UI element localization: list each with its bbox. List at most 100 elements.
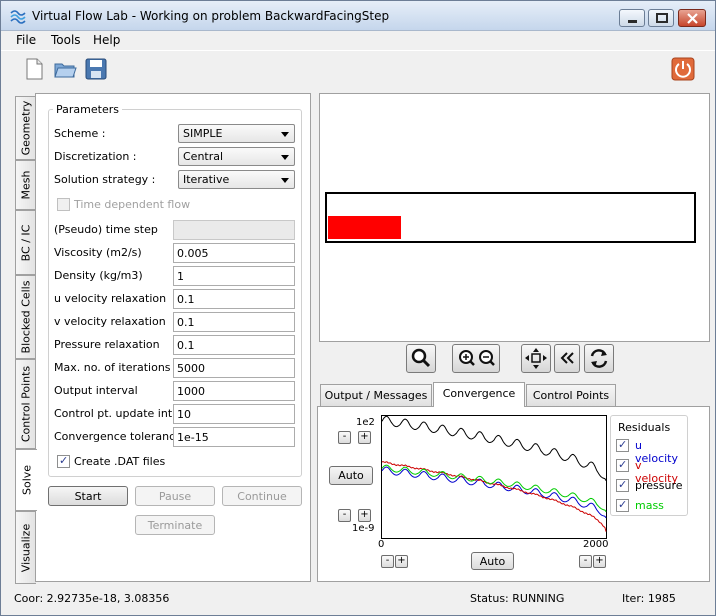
zoom-button[interactable] [406, 344, 436, 373]
density-input[interactable]: 1 [173, 266, 295, 286]
x-max-minus-button[interactable]: - [579, 555, 592, 568]
viscosity-label: Viscosity (m2/s) [54, 246, 142, 259]
create-dat-checkbox[interactable] [57, 454, 70, 468]
strategy-value: Iterative [183, 173, 230, 186]
chevron-down-icon [281, 155, 289, 160]
coordinate-readout: Coor: 2.92735e-18, 3.08356 [14, 592, 170, 605]
refresh-button[interactable] [584, 344, 614, 373]
tab-visualize[interactable]: Visualize [15, 511, 36, 584]
x-max-label: 2000 [583, 539, 609, 550]
power-icon[interactable] [670, 56, 696, 82]
close-icon [687, 13, 698, 24]
parameters-title: Parameters [53, 103, 122, 116]
save-disk-icon[interactable] [83, 56, 109, 82]
y-min-minus-button[interactable]: - [338, 509, 351, 522]
tab-solve[interactable]: Solve [15, 449, 37, 511]
rewind-button[interactable] [554, 344, 580, 373]
mass-checkbox[interactable] [616, 498, 629, 512]
max-iterations-input[interactable]: 5000 [173, 358, 295, 378]
time-step-label: (Pseudo) time step [54, 223, 158, 236]
start-button[interactable]: Start [48, 486, 128, 506]
solve-panel: Parameters Scheme : SIMPLE Discretizatio… [35, 93, 311, 582]
toolbar [1, 50, 715, 88]
u-velocity-checkbox[interactable] [616, 438, 629, 452]
y-min-label: 1e-9 [352, 523, 375, 534]
x-min-plus-button[interactable]: + [395, 555, 408, 568]
x-min-label: 0 [378, 539, 385, 550]
discretization-label: Discretization : [54, 150, 137, 163]
zoom-in-out-buttons[interactable] [452, 344, 500, 373]
legend-mass: mass [635, 499, 664, 512]
window-title: Virtual Flow Lab - Working on problem Ba… [32, 9, 390, 23]
tab-blocked-cells[interactable]: Blocked Cells [15, 275, 36, 359]
close-button[interactable] [678, 9, 706, 27]
title-bar: Virtual Flow Lab - Working on problem Ba… [1, 1, 715, 31]
tab-mesh[interactable]: Mesh [15, 160, 36, 210]
app-logo-icon [10, 10, 26, 24]
pressure-relaxation-label: Pressure relaxation [54, 338, 160, 351]
rewind-icon [560, 352, 574, 364]
scheme-value: SIMPLE [183, 127, 223, 140]
open-folder-icon[interactable] [52, 56, 78, 82]
continue-button[interactable]: Continue [222, 486, 302, 506]
control-point-update-input[interactable]: 10 [173, 404, 295, 424]
convergence-tolerance-input[interactable]: 1e-15 [173, 427, 295, 447]
pan-icon [525, 348, 547, 369]
tab-geometry[interactable]: Geometry [15, 96, 36, 160]
pressure-checkbox[interactable] [616, 478, 629, 492]
control-point-update-label: Control pt. update int. [54, 407, 176, 420]
v-velocity-checkbox[interactable] [616, 458, 629, 472]
u-relaxation-input[interactable]: 0.1 [173, 289, 295, 309]
create-dat-label: Create .DAT files [74, 455, 166, 468]
y-max-plus-button[interactable]: + [358, 431, 371, 444]
density-label: Density (kg/m3) [54, 269, 143, 282]
scheme-label: Scheme : [54, 127, 106, 140]
menu-tools[interactable]: Tools [51, 33, 81, 47]
x-min-minus-button[interactable]: - [381, 555, 394, 568]
new-file-icon[interactable] [21, 56, 47, 82]
status-bar: Coor: 2.92735e-18, 3.08356 Status: RUNNI… [1, 586, 715, 615]
pressure-relaxation-input[interactable]: 0.1 [173, 335, 295, 355]
strategy-label: Solution strategy : [54, 173, 156, 186]
geometry-view[interactable] [319, 93, 710, 342]
tab-control-points[interactable]: Control Points [15, 359, 36, 449]
scheme-select[interactable]: SIMPLE [178, 124, 295, 143]
terminate-button[interactable]: Terminate [135, 515, 215, 535]
pan-button[interactable] [521, 344, 551, 373]
chevron-down-icon [281, 132, 289, 137]
tab-output-messages[interactable]: Output / Messages [320, 384, 432, 406]
v-relaxation-input[interactable]: 0.1 [173, 312, 295, 332]
tab-bc-ic[interactable]: BC / IC [15, 210, 36, 275]
y-auto-button[interactable]: Auto [329, 466, 373, 485]
output-interval-label: Output interval [54, 384, 138, 397]
chevron-down-icon [281, 178, 289, 183]
time-step-input[interactable] [173, 220, 295, 240]
discretization-select[interactable]: Central [178, 147, 295, 166]
y-min-plus-button[interactable]: + [358, 509, 371, 522]
legend-title: Residuals [618, 421, 671, 434]
convergence-tolerance-label: Convergence tolerance [54, 430, 182, 443]
time-dependent-checkbox[interactable] [57, 198, 70, 211]
discretization-value: Central [183, 150, 224, 163]
maximize-icon [656, 13, 668, 23]
zoom-in-icon[interactable] [453, 345, 499, 372]
application-window: Virtual Flow Lab - Working on problem Ba… [0, 0, 716, 616]
tab-control-points-output[interactable]: Control Points [526, 384, 616, 406]
tab-convergence[interactable]: Convergence [433, 382, 525, 407]
x-max-plus-button[interactable]: + [593, 555, 606, 568]
left-tab-strip: Geometry Mesh BC / IC Blocked Cells Cont… [15, 96, 37, 584]
viscosity-input[interactable]: 0.005 [173, 243, 295, 263]
pause-button[interactable]: Pause [135, 486, 215, 506]
menu-file[interactable]: File [16, 33, 36, 47]
maximize-button[interactable] [648, 9, 674, 27]
output-interval-input[interactable]: 1000 [173, 381, 295, 401]
y-max-minus-button[interactable]: - [338, 431, 351, 444]
menu-bar: File Tools Help [1, 31, 715, 50]
menu-help[interactable]: Help [93, 33, 120, 47]
refresh-icon [590, 349, 608, 368]
minimize-button[interactable] [619, 9, 645, 27]
strategy-select[interactable]: Iterative [178, 170, 295, 189]
max-iterations-label: Max. no. of iterations [54, 361, 171, 374]
run-status: Status: RUNNING [470, 592, 565, 605]
x-auto-button[interactable]: Auto [471, 552, 514, 570]
